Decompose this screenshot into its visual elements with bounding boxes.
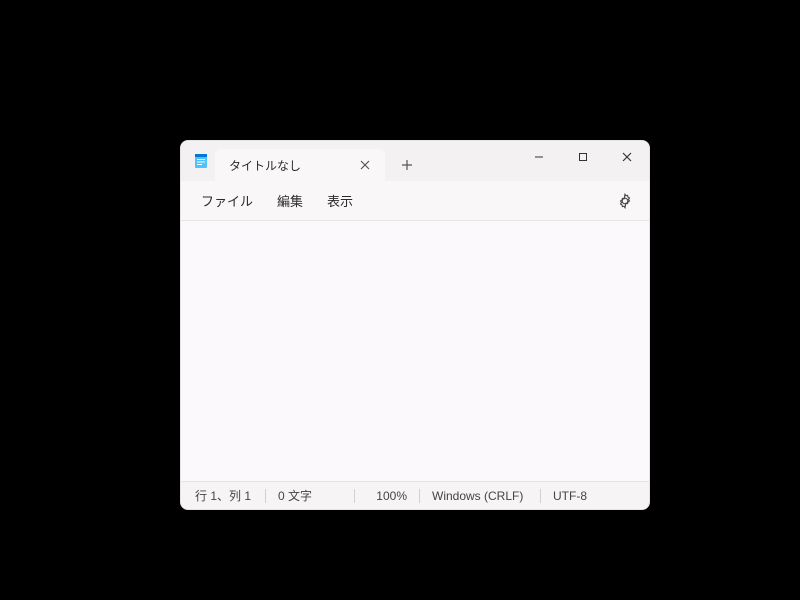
status-character-count: 0 文字 xyxy=(266,487,354,505)
minimize-button[interactable] xyxy=(517,141,561,173)
status-cursor-position: 行 1、列 1 xyxy=(187,487,265,505)
gear-icon xyxy=(617,193,633,209)
menubar: ファイル 編集 表示 xyxy=(181,181,649,221)
close-window-button[interactable] xyxy=(605,141,649,173)
menu-view[interactable]: 表示 xyxy=(315,185,365,216)
new-tab-button[interactable] xyxy=(391,149,423,181)
settings-button[interactable] xyxy=(609,185,641,217)
document-tab[interactable]: タイトルなし xyxy=(215,149,385,181)
tab-close-button[interactable] xyxy=(355,155,375,175)
statusbar: 行 1、列 1 0 文字 100% Windows (CRLF) UTF-8 xyxy=(181,481,649,509)
status-line-ending[interactable]: Windows (CRLF) xyxy=(420,487,540,505)
notepad-window: タイトルなし ファイル 編集 表示 xyxy=(180,140,650,510)
notepad-app-icon xyxy=(191,141,211,181)
titlebar: タイトルなし xyxy=(181,141,649,181)
status-zoom-level[interactable]: 100% xyxy=(355,487,419,505)
window-controls xyxy=(517,141,649,173)
status-encoding[interactable]: UTF-8 xyxy=(541,487,601,505)
tab-title-label: タイトルなし xyxy=(229,157,355,174)
text-editor[interactable] xyxy=(181,221,649,481)
menu-edit[interactable]: 編集 xyxy=(265,185,315,216)
menu-file[interactable]: ファイル xyxy=(189,185,265,216)
tab-strip: タイトルなし xyxy=(181,141,423,181)
maximize-button[interactable] xyxy=(561,141,605,173)
